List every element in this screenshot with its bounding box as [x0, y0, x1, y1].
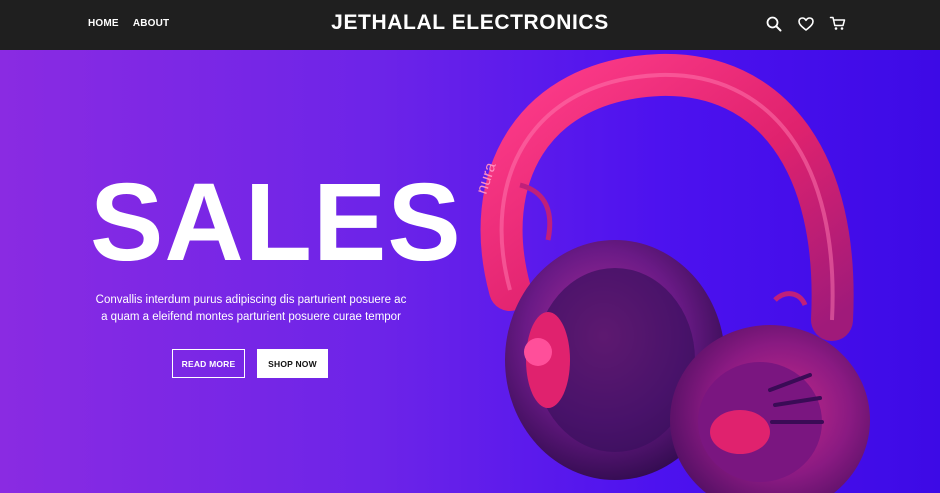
- hero-banner: SALES Convallis interdum purus adipiscin…: [0, 50, 940, 493]
- read-more-button[interactable]: READ MORE: [172, 349, 245, 378]
- nav-icons: [765, 15, 847, 33]
- headphones-image: nura: [474, 53, 870, 493]
- shop-now-button[interactable]: SHOP NOW: [257, 349, 328, 378]
- hero-description: Convallis interdum purus adipiscing dis …: [95, 294, 407, 323]
- heart-icon[interactable]: [797, 15, 815, 33]
- navbar: HOME ABOUT JETHALAL ELECTRONICS: [0, 0, 940, 50]
- cart-icon[interactable]: [829, 15, 847, 33]
- hero-title: SALES: [90, 161, 462, 284]
- search-icon[interactable]: [765, 15, 783, 33]
